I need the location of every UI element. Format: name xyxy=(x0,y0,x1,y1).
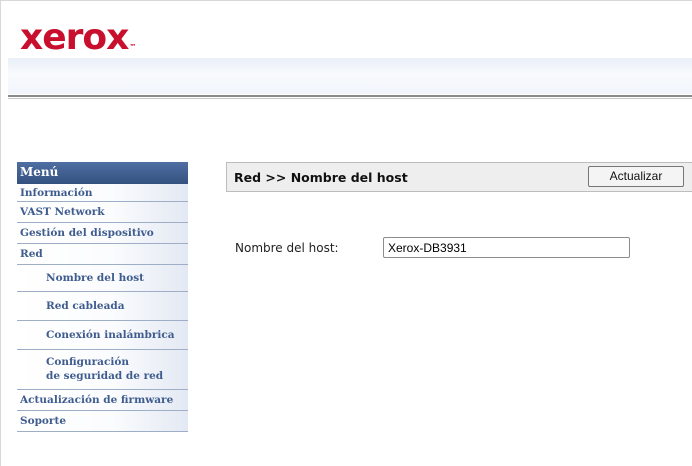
header-divider xyxy=(8,95,692,97)
sidebar-subitem-config-seguridad-red[interactable]: Configuración de seguridad de red xyxy=(17,350,188,390)
sidebar-item-gestion-dispositivo[interactable]: Gestión del dispositivo xyxy=(17,223,188,244)
window-left-border xyxy=(0,0,1,466)
page-header-bar: Red >> Nombre del host Actualizar xyxy=(226,162,692,192)
sidebar-item-vast-network[interactable]: VAST Network xyxy=(17,202,188,223)
menu-title: Menú xyxy=(17,162,188,184)
sidebar-subitem-label-line2: de seguridad de red xyxy=(46,370,164,382)
trademark-symbol: ™ xyxy=(129,43,137,51)
header-divider-shadow xyxy=(8,98,692,99)
host-name-label: Nombre del host: xyxy=(235,241,339,255)
window-top-border xyxy=(0,0,692,1)
sidebar-subitem-nombre-host[interactable]: Nombre del host xyxy=(17,265,188,292)
sidebar-subitem-label-line1: Configuración xyxy=(46,356,129,368)
host-name-input[interactable] xyxy=(383,237,630,258)
breadcrumb: Red >> Nombre del host xyxy=(234,170,408,185)
xerox-logo: xerox™ xyxy=(20,14,137,62)
sidebar-item-soporte[interactable]: Soporte xyxy=(17,411,188,432)
sidebar-menu: Menú Información VAST Network Gestión de… xyxy=(17,162,188,432)
sidebar-item-informacion[interactable]: Información xyxy=(17,184,188,202)
refresh-button[interactable]: Actualizar xyxy=(588,166,684,187)
sidebar-subitem-red-cableada[interactable]: Red cableada xyxy=(17,292,188,321)
header-banner xyxy=(8,58,692,94)
sidebar-subitem-conexion-inalambrica[interactable]: Conexión inalámbrica xyxy=(17,321,188,350)
sidebar-item-actualizacion-firmware[interactable]: Actualización de firmware xyxy=(17,390,188,411)
sidebar-item-red[interactable]: Red xyxy=(17,244,188,265)
logo-text: xerox xyxy=(20,17,129,58)
